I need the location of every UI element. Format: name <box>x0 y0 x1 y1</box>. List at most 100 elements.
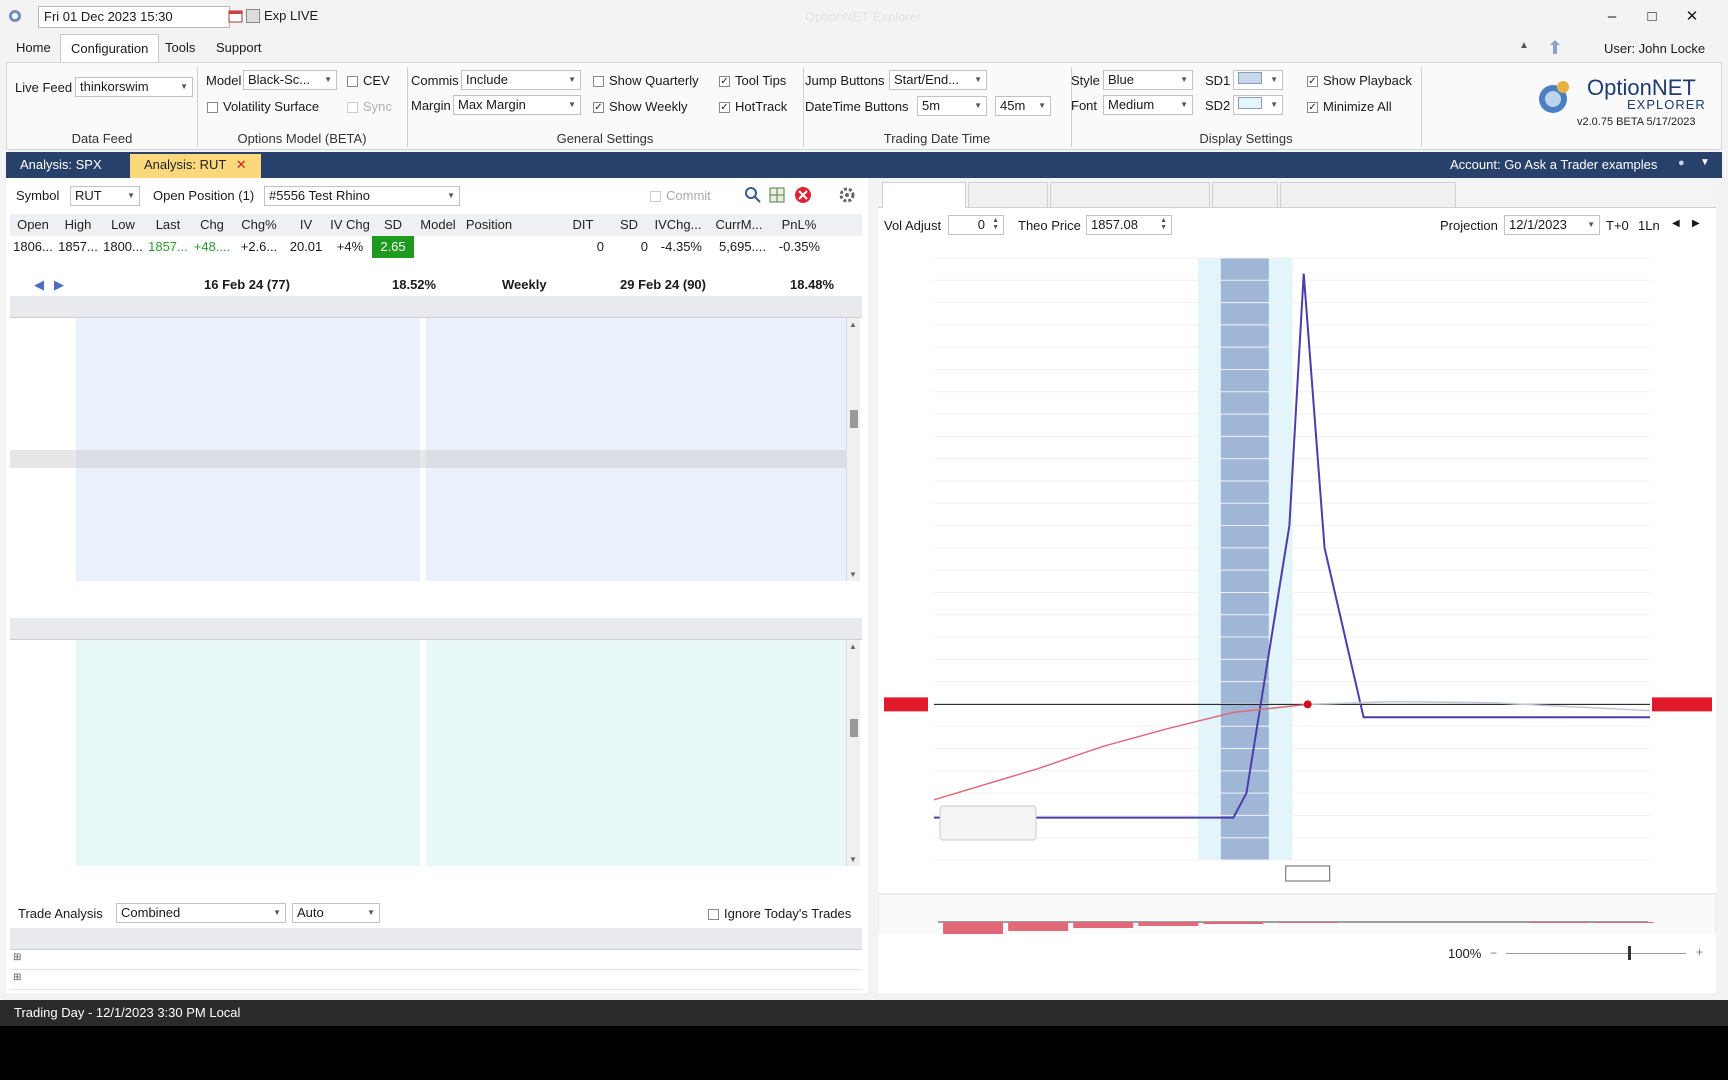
table-row[interactable] <box>10 753 846 772</box>
tab-analysis-spx[interactable]: Analysis: SPX <box>6 154 116 178</box>
commis-select[interactable]: Include ▼ <box>461 70 581 90</box>
next-arrow-icon[interactable]: ▶ <box>54 277 64 293</box>
show-weekly-checkbox[interactable]: ✓ Show Weekly <box>593 99 688 114</box>
table-row[interactable] <box>10 468 846 487</box>
theo-price-input[interactable]: 1857.08 ▲ ▼ <box>1086 215 1172 235</box>
table-row[interactable] <box>10 487 846 506</box>
settings-dot-icon[interactable]: ● <box>1678 157 1685 169</box>
table-row[interactable]: ⊞ <box>10 970 862 990</box>
table-row[interactable] <box>10 790 846 809</box>
table-row[interactable]: ⊞ <box>10 950 862 970</box>
zoom-slider-track[interactable] <box>1506 953 1686 954</box>
scrollbar[interactable]: ▲ ▼ <box>846 318 860 582</box>
search-icon[interactable] <box>744 186 762 204</box>
risk-chart[interactable] <box>878 234 1716 934</box>
interval-select[interactable]: 45m ▼ <box>995 96 1051 116</box>
vol-adjust-input[interactable]: 0 ▲ ▼ <box>948 215 1004 235</box>
tab-volatility[interactable] <box>1212 182 1278 208</box>
commit-button[interactable]: Commit <box>650 188 711 203</box>
projection-date-select[interactable]: 12/1/2023 ▼ <box>1504 215 1600 235</box>
table-row[interactable] <box>10 431 846 450</box>
close-button[interactable]: ✕ <box>1672 4 1712 30</box>
jump-buttons-select[interactable]: Start/End... ▼ <box>889 70 987 90</box>
table-row[interactable] <box>10 772 846 791</box>
calendar-icon[interactable] <box>228 9 244 23</box>
table-row[interactable] <box>10 562 846 581</box>
table-row[interactable] <box>10 318 846 337</box>
table-row[interactable] <box>10 640 846 659</box>
gear-icon[interactable] <box>838 186 856 204</box>
table-row[interactable] <box>10 734 846 753</box>
tab-movement-analysis[interactable] <box>1050 182 1210 208</box>
symbol-select[interactable]: RUT ▼ <box>70 186 140 206</box>
exp2-label[interactable]: 29 Feb 24 (90) <box>620 277 706 292</box>
tool-tips-checkbox[interactable]: ✓ Tool Tips <box>719 73 786 88</box>
cev-checkbox[interactable]: CEV <box>347 73 390 88</box>
table-row[interactable] <box>10 828 846 847</box>
tab-statistics-fundamentals[interactable] <box>1280 182 1456 208</box>
table-row[interactable] <box>10 506 846 525</box>
zoom-out-icon[interactable]: − <box>1490 946 1497 960</box>
expand-icon[interactable]: ⊞ <box>13 952 21 963</box>
menu-tools[interactable]: Tools <box>155 34 205 62</box>
live-feed-select[interactable]: thinkorswim ▼ <box>75 77 193 97</box>
table-row[interactable] <box>10 696 846 715</box>
maximize-button[interactable]: □ <box>1632 4 1672 30</box>
show-quarterly-checkbox[interactable]: Show Quarterly <box>593 73 699 88</box>
minimize-button[interactable]: ‒ <box>1592 4 1632 30</box>
tab-analysis-rut[interactable]: Analysis: RUT ✕ <box>130 154 261 178</box>
expand-icon[interactable]: ⊞ <box>13 972 21 983</box>
table-row[interactable] <box>10 847 846 866</box>
table-row[interactable] <box>10 809 846 828</box>
menu-support[interactable]: Support <box>206 34 272 62</box>
scrollbar[interactable]: ▲ ▼ <box>846 640 860 866</box>
table-row[interactable] <box>10 659 846 678</box>
table-row[interactable] <box>10 337 846 356</box>
help-icon[interactable] <box>1548 39 1562 55</box>
zoom-slider-thumb[interactable] <box>1628 946 1631 960</box>
table-row[interactable] <box>10 356 846 375</box>
tab-risk-chart[interactable] <box>882 182 966 208</box>
close-tab-icon[interactable]: ✕ <box>236 157 247 172</box>
table-row[interactable] <box>10 374 846 393</box>
exp1-label[interactable]: 16 Feb 24 (77) <box>204 277 290 292</box>
minimize-all-checkbox[interactable]: ✓ Minimize All <box>1307 99 1392 114</box>
tab-price-chart[interactable] <box>968 182 1048 208</box>
scroll-thumb[interactable] <box>850 410 858 429</box>
grid-icon[interactable] <box>768 186 786 204</box>
table-row[interactable] <box>10 525 846 544</box>
ignore-today-checkbox[interactable]: Ignore Today's Trades <box>708 906 851 921</box>
scroll-up-icon[interactable]: ▲ <box>849 320 857 329</box>
prev-arrow-icon[interactable]: ◀ <box>34 277 44 293</box>
chevron-down-icon[interactable]: ▼ <box>1700 157 1710 168</box>
scroll-up-icon[interactable]: ▲ <box>849 642 857 651</box>
sd1-color-select[interactable]: ▼ <box>1233 70 1283 90</box>
delete-icon[interactable] <box>794 186 812 204</box>
scroll-thumb[interactable] <box>850 718 858 737</box>
hottrack-checkbox[interactable]: ✓ HotTrack <box>719 99 787 114</box>
table-row[interactable] <box>10 449 846 469</box>
datetime-buttons-select[interactable]: 5m ▼ <box>917 96 987 116</box>
trade-analysis-mode-select[interactable]: Combined ▼ <box>116 903 286 923</box>
current-price-marker[interactable] <box>1303 700 1312 709</box>
auto-select[interactable]: Auto ▼ <box>292 903 380 923</box>
table-row[interactable] <box>10 715 846 734</box>
font-select[interactable]: Medium ▼ <box>1103 95 1193 115</box>
lines-label[interactable]: 1Ln <box>1638 218 1660 233</box>
expand-icon[interactable] <box>246 9 260 23</box>
scroll-down-icon[interactable]: ▼ <box>849 570 857 579</box>
prev-arrow-icon[interactable]: ◀ <box>1672 218 1680 229</box>
style-select[interactable]: Blue ▼ <box>1103 70 1193 90</box>
next-arrow-icon[interactable]: ▶ <box>1692 218 1700 229</box>
table-row[interactable] <box>10 544 846 563</box>
sd2-color-select[interactable]: ▼ <box>1233 95 1283 115</box>
table-row[interactable] <box>10 393 846 412</box>
table-row[interactable] <box>10 412 846 431</box>
menu-home[interactable]: Home <box>6 34 61 62</box>
menu-configuration[interactable]: Configuration <box>60 34 160 62</box>
margin-select[interactable]: Max Margin ▼ <box>453 95 581 115</box>
show-playback-checkbox[interactable]: ✓ Show Playback <box>1307 73 1412 88</box>
zoom-in-icon[interactable]: + <box>1696 945 1703 959</box>
datetime-field[interactable]: Fri 01 Dec 2023 15:30 <box>38 6 230 28</box>
table-row[interactable] <box>10 678 846 697</box>
